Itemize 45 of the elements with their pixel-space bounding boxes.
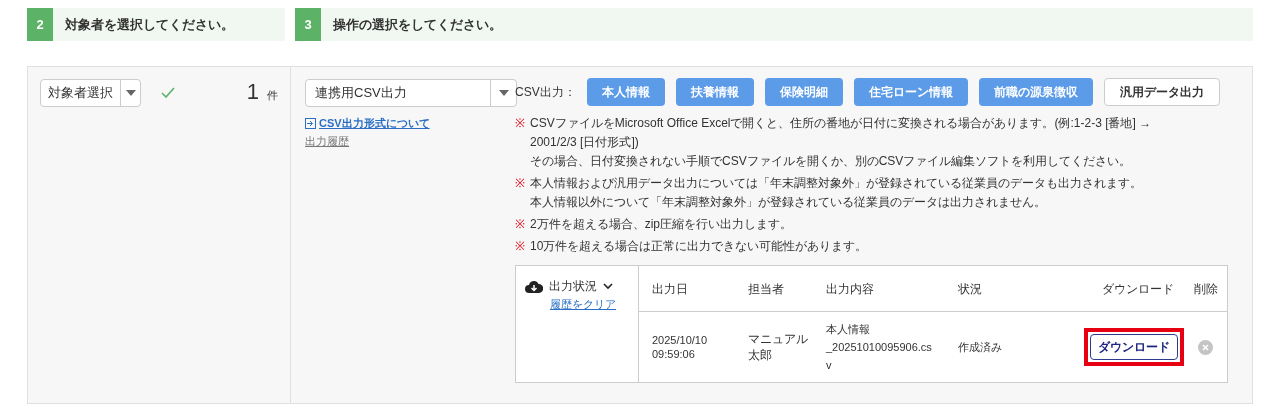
note-text: CSVファイルをMicrosoft Office Excelで開くと、住所の番地が日付に変換される場合があります。(例:1-2-3 [番地] → — [530, 115, 1152, 132]
content-cell-text: 本人情報 _20251010095906.cs v — [826, 322, 933, 373]
note-text: その場合、日付変換されない手順でCSVファイルを開くか、別のCSVファイル編集ソフトを利用してください。 — [530, 153, 1133, 170]
status-cell-text: 作成済み — [958, 339, 1003, 355]
column-header: 状況 — [958, 280, 983, 298]
column-header: ダウンロード — [1101, 280, 1175, 298]
column-header: 担当者 — [748, 280, 785, 298]
csv-button[interactable]: 扶養情報 — [675, 78, 754, 106]
output-status-title: 出力状況 — [549, 278, 597, 295]
clear-history-link[interactable]: 履歴をクリア — [550, 296, 638, 313]
note-text: 本人情報以外について「年末調整対象外」が登録されている従業員のデータは出力されません。 — [530, 194, 1047, 211]
count-value: 1 — [246, 79, 259, 105]
date-cell-text: 2025/10/10 09:59:06 — [652, 333, 709, 361]
column-header: 出力内容 — [826, 280, 875, 298]
csv-button[interactable]: 前職の源泉徴収 — [978, 78, 1093, 106]
download-button[interactable]: ダウンロード — [1090, 334, 1178, 360]
note-mark: ※ — [515, 238, 526, 255]
step-number: 3 — [295, 8, 321, 41]
note-text: 2万件を超える場合、zip圧縮を行い出力します。 — [530, 216, 792, 233]
csv-button[interactable]: 保険明細 — [764, 78, 843, 106]
caret-icon — [498, 90, 509, 96]
column-header: 出力日 — [652, 280, 689, 298]
count-unit: 件 — [267, 88, 278, 103]
csv-output-label: CSV出力： — [515, 84, 576, 101]
csv-button[interactable]: 住宅ローン情報 — [853, 78, 968, 106]
target-select[interactable]: 対象者選択 — [40, 79, 141, 107]
column-header: 削除 — [1192, 280, 1219, 298]
note-text: 10万件を超える場合は正常に出力できない可能性があります。 — [530, 238, 868, 255]
step-title: 対象者を選択してください。 — [65, 15, 234, 34]
chevron-icon[interactable] — [603, 282, 613, 290]
csv-format-link[interactable]: CSV出力形式について — [319, 115, 430, 132]
csv-button[interactable]: 汎用データ出力 — [1103, 78, 1220, 106]
note-text: 2001/2/3 [日付形式]) — [530, 134, 640, 151]
note-mark: ※ — [515, 175, 526, 192]
user-cell-text: マニュアル 太郎 — [748, 331, 809, 363]
step-title: 操作の選択をしてください。 — [333, 15, 502, 34]
link-arrow-icon — [305, 117, 316, 129]
output-history-link[interactable]: 出力履歴 — [305, 132, 515, 149]
note-mark: ※ — [515, 115, 526, 132]
caret-icon — [125, 90, 136, 96]
step-number: 2 — [27, 8, 53, 41]
note-text: 本人情報および汎用データ出力については「年末調整対象外」が登録されている従業員のデータも出力されます。 — [530, 175, 1142, 192]
csv-button[interactable]: 本人情報 — [586, 78, 665, 106]
cloud-download-icon — [525, 279, 543, 293]
note-mark: ※ — [515, 216, 526, 233]
